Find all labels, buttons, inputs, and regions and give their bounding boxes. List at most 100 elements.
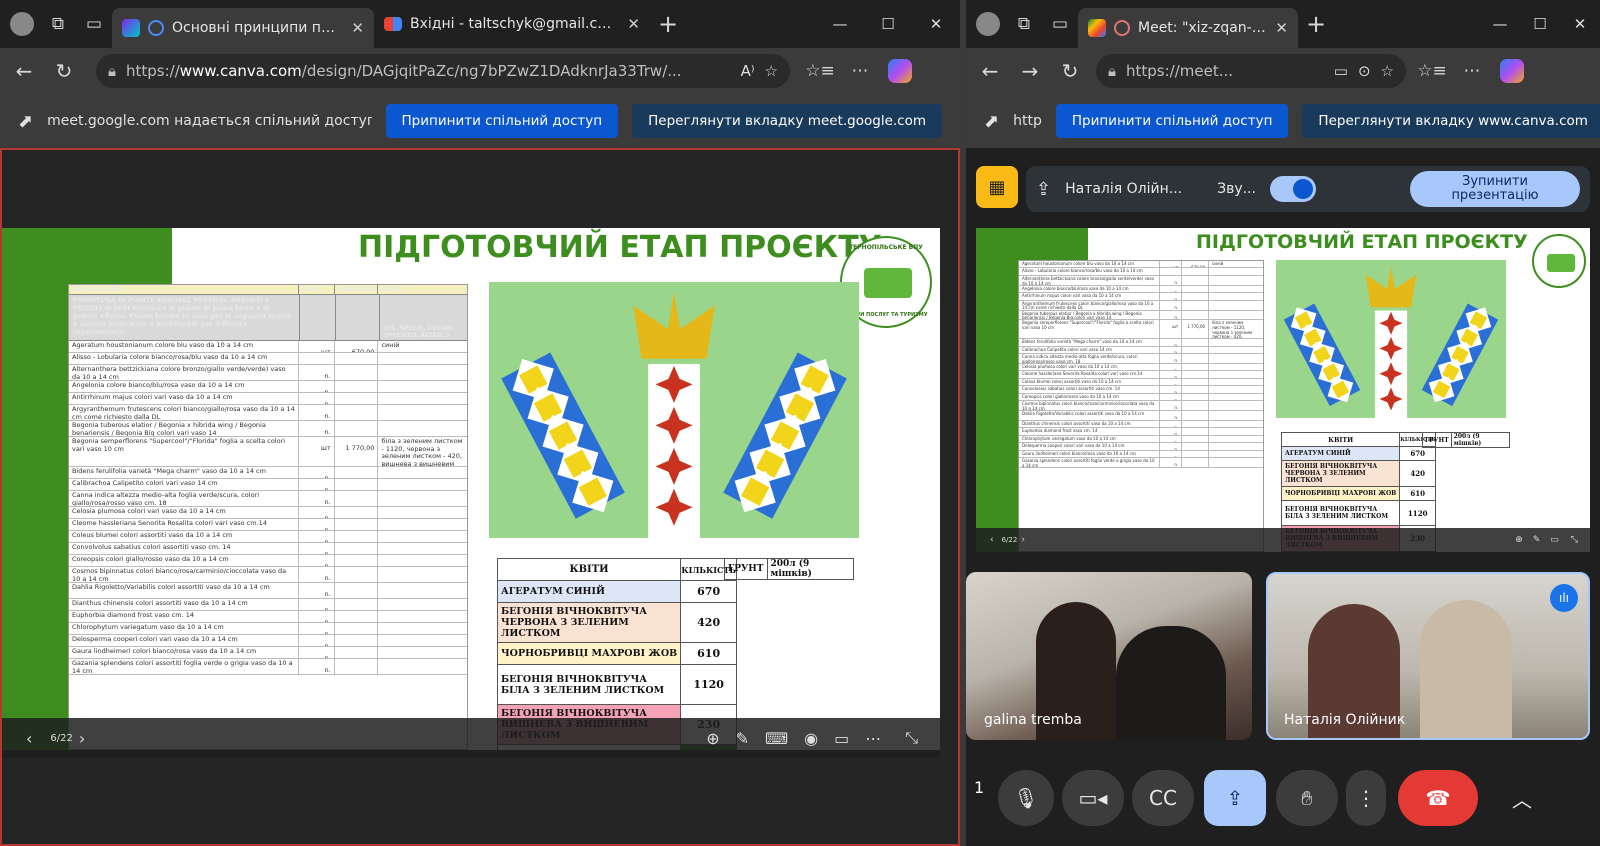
microphone-button[interactable]: 🎙︎: [998, 770, 1054, 826]
favorites-icon[interactable]: ☆≡: [1414, 53, 1450, 89]
sheet-cell: 1 770,00: [333, 437, 378, 466]
sheet-cell: [1208, 435, 1263, 443]
sheet-cell: 670,00: [1181, 261, 1208, 268]
stop-sharing-button[interactable]: Припинити спільний доступ: [385, 104, 619, 138]
close-tab-icon[interactable]: ✕: [351, 19, 364, 37]
stop-sharing-button[interactable]: Припинити спільний доступ: [1055, 104, 1289, 138]
copilot-icon[interactable]: [882, 53, 918, 89]
copilot-icon[interactable]: [1494, 53, 1530, 89]
zoom-icon[interactable]: ⊕: [1515, 535, 1523, 545]
next-slide-icon[interactable]: ›: [79, 729, 85, 748]
present-icon[interactable]: ▭: [834, 729, 849, 748]
tab-actions-icon[interactable]: ▭: [76, 6, 112, 42]
sheet-row: Chlorophytum variegatum vaso da 10 a 14 …: [1019, 435, 1263, 444]
tab-canva[interactable]: Основні принципи поєднан ✕: [112, 8, 374, 48]
sheet-header-cell: U.M.: [297, 285, 334, 294]
sheet-cell: біла з зеленим листком - 1120, червона з…: [377, 437, 467, 466]
reload-icon[interactable]: ↻: [1052, 53, 1088, 89]
prev-slide-icon[interactable]: ‹: [26, 729, 32, 748]
sheet-cell: [333, 611, 378, 622]
new-tab-icon[interactable]: +: [1298, 6, 1334, 42]
address-bar[interactable]: 🔒︎ https://meet... ▭ ⊙ ☆: [1096, 54, 1406, 88]
present-icon[interactable]: ▭: [1550, 535, 1559, 545]
broadcast-icon[interactable]: ◉: [804, 729, 818, 748]
draw-icon[interactable]: ✎: [1533, 535, 1541, 545]
read-aloud-icon[interactable]: A⁾: [741, 62, 755, 80]
forward-icon[interactable]: →: [1012, 53, 1048, 89]
close-tab-icon[interactable]: ✕: [627, 15, 640, 33]
leave-call-button[interactable]: ☎︎: [1398, 770, 1478, 826]
participant-tile-galina[interactable]: galina tremba: [966, 572, 1252, 740]
camera-button[interactable]: ▭◂: [1062, 770, 1124, 826]
close-window-icon[interactable]: ✕: [912, 15, 960, 33]
tab-meet[interactable]: Meet: "xiz-zqan-hsd" ✕: [1078, 8, 1298, 48]
flower-name: ЧОРНОБРИВЦІ МАХРОВІ ЖОВ: [496, 642, 682, 665]
sheet-row: Angelonia colore bianco/blu/rosa vaso da…: [1019, 285, 1263, 294]
profile-avatar-icon[interactable]: [970, 6, 1006, 42]
maximize-icon[interactable]: ☐: [864, 15, 912, 33]
sheet-cell: [333, 623, 378, 634]
sheet-cell: [1181, 443, 1208, 450]
sheet-cell: n.: [297, 491, 334, 506]
sheet-cell: n.: [1159, 386, 1181, 393]
reload-icon[interactable]: ↻: [46, 53, 82, 89]
sheet-cell: n.: [1159, 285, 1181, 293]
workspaces-icon[interactable]: ⧉: [1006, 6, 1042, 42]
sheet-cell: n.: [1159, 428, 1181, 435]
more-site-icon[interactable]: ⊙: [1358, 62, 1371, 80]
keyboard-icon[interactable]: ⌨: [765, 729, 788, 748]
flower-qty: 420: [680, 602, 738, 643]
prev-slide-icon[interactable]: ‹: [990, 535, 994, 545]
minimize-icon[interactable]: —: [1480, 15, 1520, 33]
view-tab-button[interactable]: Переглянути вкладку meet.google.com: [632, 104, 942, 138]
sheet-cell: [333, 659, 378, 674]
sheet-row: Ageratum houstonianum colore blu vaso da…: [1019, 261, 1263, 269]
close-window-icon[interactable]: ✕: [1560, 15, 1600, 33]
stop-presenting-button[interactable]: Зупинити презентацію: [1410, 171, 1580, 207]
new-tab-icon[interactable]: +: [650, 6, 686, 42]
back-icon[interactable]: ←: [972, 53, 1008, 89]
expand-panel-icon[interactable]: ︿: [1502, 770, 1542, 826]
next-slide-icon[interactable]: ›: [1021, 535, 1025, 545]
present-now-button[interactable]: ⇪: [1204, 770, 1266, 826]
profile-avatar-icon[interactable]: [4, 6, 40, 42]
tab-gmail[interactable]: Вхідні - taltschyk@gmail.com - G ✕: [374, 4, 650, 44]
workspaces-icon[interactable]: ⧉: [40, 6, 76, 42]
layout-toggle-button[interactable]: ▦: [976, 166, 1018, 208]
more-menu-icon[interactable]: ⋯: [1454, 53, 1490, 89]
favorite-star-icon[interactable]: ☆: [1381, 62, 1394, 80]
exit-fullscreen-icon[interactable]: ⤡: [905, 728, 918, 748]
camera-permission-icon[interactable]: ▭: [1334, 62, 1348, 80]
tab-actions-icon[interactable]: ▭: [1042, 6, 1078, 42]
sheet-intro-row: FORNITURA DI PIANTE ANNUALI, PERENNI, AR…: [69, 295, 467, 341]
sheet-cell: Chlorophytum variegatum vaso da 10 a 14 …: [1022, 435, 1116, 441]
favorite-star-icon[interactable]: ☆: [765, 62, 778, 80]
more-options-button[interactable]: ⋮: [1346, 770, 1386, 826]
sheet-cell: Alternanthera bettzickiana colore bronzo…: [1022, 275, 1154, 285]
maximize-icon[interactable]: ☐: [1520, 15, 1560, 33]
draw-icon[interactable]: ✎: [736, 729, 749, 748]
more-menu-icon[interactable]: ⋯: [842, 53, 878, 89]
soil-label: ГРУНТ: [1422, 432, 1452, 448]
sheet-cell: n.: [1159, 393, 1181, 400]
sheet-row: Convolvolus sabatius colori assortiti va…: [1019, 386, 1263, 394]
sheet-cell: n.: [1159, 435, 1181, 443]
minimize-icon[interactable]: —: [816, 15, 864, 33]
sound-toggle[interactable]: [1269, 176, 1316, 202]
address-bar[interactable]: 🔒︎ https://www.canva.com/design/DAGjqitP…: [96, 54, 790, 88]
view-tab-button[interactable]: Переглянути вкладку www.canva.com: [1302, 104, 1600, 138]
sheet-row: Dianthus chinensis colori assortiti vaso…: [1019, 420, 1263, 429]
sheet-cell: [377, 405, 467, 420]
zoom-icon[interactable]: ⊕: [706, 729, 719, 748]
raise-hand-button[interactable]: ✋︎: [1276, 770, 1338, 826]
close-tab-icon[interactable]: ✕: [1275, 19, 1288, 37]
more-options-icon[interactable]: ⋯: [865, 729, 881, 748]
participant-tile-natalia[interactable]: ılı Наталія Олійник: [1266, 572, 1590, 740]
back-icon[interactable]: ←: [6, 53, 42, 89]
favorites-icon[interactable]: ☆≡: [802, 53, 838, 89]
sheet-row: Delosperma cooperi colori vari vaso da 1…: [69, 635, 467, 647]
captions-button[interactable]: CC: [1132, 770, 1194, 826]
exit-fullscreen-icon[interactable]: ⤡: [1571, 535, 1578, 545]
sheet-row: Angelonia colore bianco/blu/rosa vaso da…: [69, 381, 467, 393]
sheet-cell: [1208, 371, 1263, 378]
